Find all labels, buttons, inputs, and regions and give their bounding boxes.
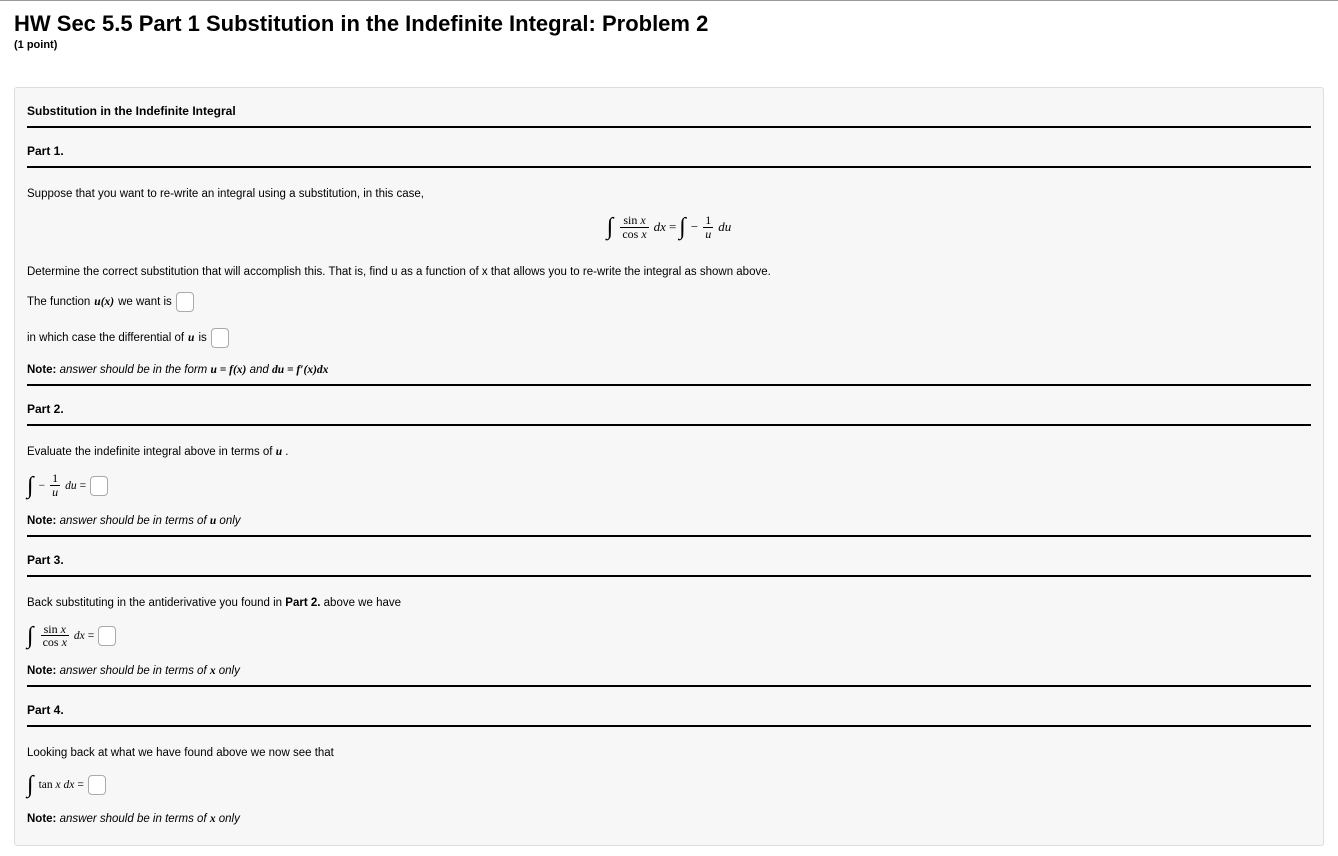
part2-intro-a: Evaluate the indefinite integral above i… [27, 446, 276, 458]
part2-note: Note: answer should be in terms of u onl… [27, 507, 1311, 533]
divider [27, 126, 1311, 128]
note-body: answer should be in terms of [60, 813, 210, 825]
part2-label: Part 2. [27, 392, 1311, 422]
note-body: and [250, 364, 272, 376]
note-math: x [210, 813, 216, 825]
note-label: Note: [27, 364, 56, 376]
part1-du-before: in which case the differential of [27, 332, 184, 344]
part3-intro-b: above we have [324, 597, 401, 609]
part2-equation-row: ∫ − 1 u du = [27, 464, 1311, 506]
part4-answer-input[interactable] [88, 775, 106, 795]
note-math: u [210, 515, 216, 527]
part1-instruction-text: Determine the correct substitution that … [27, 266, 771, 278]
part2-answer-input[interactable] [90, 476, 108, 496]
divider [27, 725, 1311, 727]
part2-intro-b: . [285, 446, 288, 458]
note-body: only [219, 665, 240, 677]
note-label: Note: [27, 813, 56, 825]
part1-du-math: u [188, 332, 194, 344]
note-math: u = f(x) [210, 364, 246, 376]
part3-intro: Back substituting in the antiderivative … [27, 583, 1311, 615]
part3-label: Part 3. [27, 543, 1311, 573]
note-label: Note: [27, 665, 56, 677]
part1-ux-before: The function [27, 296, 90, 308]
problem-container: Substitution in the Indefinite Integral … [14, 87, 1324, 846]
divider [27, 166, 1311, 168]
part1-ux-input[interactable] [176, 292, 194, 312]
part1-du-row: in which case the differential of u is [27, 320, 1311, 356]
points-label: (1 point) [14, 39, 1324, 51]
note-body: answer should be in terms of [60, 515, 210, 527]
part1-label: Part 1. [27, 134, 1311, 164]
section-title: Substitution in the Indefinite Integral [27, 98, 1311, 124]
part1-ux-math: u(x) [94, 296, 114, 308]
note-math: x [210, 665, 216, 677]
page-title: HW Sec 5.5 Part 1 Substitution in the In… [14, 11, 1324, 37]
part3-note: Note: answer should be in terms of x onl… [27, 657, 1311, 683]
part1-note: Note: answer should be in the form u = f… [27, 356, 1311, 382]
part1-du-input[interactable] [211, 328, 229, 348]
part1-ux-after: we want is [118, 296, 172, 308]
divider [27, 685, 1311, 687]
part3-intro-bold: Part 2. [285, 597, 320, 609]
part2-intro-math: u [276, 446, 282, 458]
divider [27, 384, 1311, 386]
part1-equation: ∫ sin x cos x dx = ∫ − 1 u du [27, 206, 1311, 252]
part1-intro: Suppose that you want to re-write an int… [27, 174, 1311, 206]
part4-intro: Looking back at what we have found above… [27, 733, 1311, 765]
divider [27, 424, 1311, 426]
note-body: only [219, 515, 240, 527]
note-body: answer should be in the form [60, 364, 211, 376]
part3-equation-row: ∫ sin x cos x dx = [27, 615, 1311, 657]
note-label: Note: [27, 515, 56, 527]
part1-du-after: is [198, 332, 206, 344]
note-body: only [219, 813, 240, 825]
note-body: answer should be in terms of [60, 665, 210, 677]
part2-intro: Evaluate the indefinite integral above i… [27, 432, 1311, 464]
note-math: du = f′(x)dx [272, 364, 328, 376]
part1-ux-row: The function u(x) we want is [27, 284, 1311, 320]
part3-intro-a: Back substituting in the antiderivative … [27, 597, 285, 609]
divider [27, 535, 1311, 537]
part4-note: Note: answer should be in terms of x onl… [27, 805, 1311, 831]
part3-answer-input[interactable] [98, 626, 116, 646]
page-header: HW Sec 5.5 Part 1 Substitution in the In… [0, 1, 1338, 57]
part4-label: Part 4. [27, 693, 1311, 723]
part1-instruction: Determine the correct substitution that … [27, 252, 1311, 284]
part4-equation-row: ∫ tan x dx = [27, 765, 1311, 805]
divider [27, 575, 1311, 577]
